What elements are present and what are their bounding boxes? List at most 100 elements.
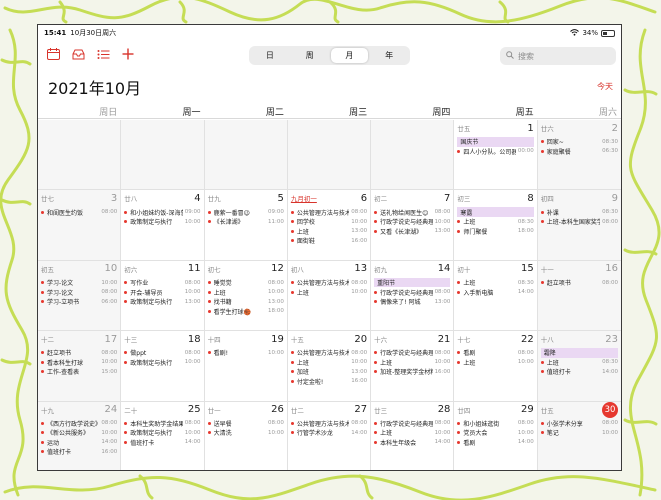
day-cell[interactable]: 十三 18 做ppt 08:00 政策制定与执行 10:00 [121, 331, 205, 402]
event-item[interactable]: 师门聚餐 18:00 [457, 226, 534, 236]
event-item[interactable]: 看剧 08:00 [457, 348, 534, 358]
event-item[interactable]: 公共管理方法与技术 08:00 [290, 207, 367, 217]
day-cell[interactable]: 廿四 29 和小姐妹逛街 08:00 党员大会 10:00 看剧 14:00 [454, 401, 538, 470]
day-cell[interactable]: 十六21行政学说史与经典理论08:00上班10:00加班-整理奖学金材料16:0… [371, 331, 455, 402]
holiday-event[interactable]: 霜降 [540, 348, 618, 358]
event-item[interactable]: 行政学说史与经典理论08:00 [374, 348, 450, 358]
event-item[interactable]: 公共管理方法与技术 08:00 [290, 419, 367, 429]
day-cell[interactable]: 初五 10 学习-论文 10:00 学习-论文 08:00 学习-立项书 06:00 [38, 260, 122, 332]
event-item[interactable]: 赶立项书 08:00 [540, 278, 618, 288]
day-cell[interactable]: 初三 8 寒露 上班 08:30 师门聚餐 18:00 [454, 190, 538, 261]
event-item[interactable]: 《新公共服务》 10:00 [41, 428, 117, 438]
day-cell[interactable]: 廿一 26 送早餐 08:00 大清洗 10:00 [205, 401, 288, 470]
event-item[interactable]: 偶像来了! 阿城 13:00 [374, 297, 450, 307]
event-item[interactable]: 值班打卡 16:00 [41, 447, 117, 457]
event-item[interactable]: 政策制定与执行 13:00 [124, 297, 201, 307]
event-item[interactable]: 送早餐 08:00 [207, 419, 284, 429]
event-item[interactable]: 值班打卡 14:00 [540, 367, 618, 377]
tab-month[interactable]: 月 [330, 48, 369, 63]
today-button[interactable]: 今天 [597, 81, 613, 92]
event-item[interactable]: 和小姐妹约饭-深海鲁...09:00 [124, 207, 201, 217]
event-item[interactable]: 学习-立项书 06:00 [41, 297, 117, 307]
day-cell[interactable]: 初七 12 睡觉觉 08:00 上班 10:00 找书籍 13:00 看学生打球🏀 18:00 [204, 260, 288, 332]
add-event-icon[interactable] [121, 47, 135, 61]
event-item[interactable]: 加班-整理奖学金材料 16:00 [374, 367, 450, 377]
event-item[interactable]: 上班 10:00 [457, 358, 534, 368]
tab-day[interactable]: 日 [251, 48, 289, 63]
event-item[interactable]: 政策制定与执行 10:00 [124, 358, 201, 368]
day-cell[interactable]: 二十25本科生奖助学金结果...08:00政策制定与执行10:00值班打卡14:… [121, 401, 205, 470]
inbox-icon[interactable] [71, 47, 85, 61]
event-item[interactable]: 小张学术分享 08:00 [540, 419, 618, 429]
day-cell[interactable]: 初九 14 重阳节行政学说史与经典理论08:00 偶像来了! 阿城 13:00 [371, 260, 455, 332]
event-item[interactable]: 看学生打球🏀 18:00 [207, 306, 284, 316]
day-cell[interactable]: 十八 23 霜降 上班 08:30 值班打卡 14:00 [537, 331, 621, 402]
event-item[interactable]: 看本科生打球 10:00 [41, 358, 117, 368]
event-item[interactable]: 行管学术沙龙 14:00 [290, 428, 367, 438]
event-item[interactable]: 回家~ 08:30 [540, 137, 618, 147]
event-item[interactable]: 看剧! 10:00 [207, 348, 284, 358]
day-cell[interactable]: 十七 22 看剧 08:00 上班 10:00 [454, 331, 538, 402]
day-cell[interactable]: 十九 24 《西方行政学说史》 08:00 《新公共服务》 10:00 运动 14:00 值班打… [38, 401, 122, 470]
event-item[interactable]: 上班 08:30 [540, 358, 618, 368]
tab-week[interactable]: 周 [291, 48, 329, 63]
event-item[interactable]: 上班 10:00 [207, 287, 284, 297]
event-item[interactable]: 又看《长津湖》 13:00 [374, 226, 450, 236]
event-item[interactable]: 笔记 10:00 [540, 428, 618, 438]
event-item[interactable]: 上班 10:00 [290, 287, 367, 297]
event-item[interactable]: 做ppt 08:00 [124, 348, 201, 358]
event-item[interactable]: 四人小分队。公司器...00:00 [457, 147, 534, 157]
event-item[interactable]: 和小姐妹逛街 08:00 [457, 419, 534, 429]
event-item[interactable]: 政策制定与执行 10:00 [124, 428, 201, 438]
event-item[interactable]: 鹿萦一番冒😉 09:00 [207, 207, 284, 217]
list-icon[interactable] [96, 47, 110, 61]
event-item[interactable]: 看剧 14:00 [457, 438, 534, 448]
event-item[interactable]: 开会-辅导员 10:00 [124, 287, 201, 297]
event-item[interactable]: 补课 08:30 [540, 207, 618, 217]
event-item[interactable]: 上班 10:00 [374, 428, 450, 438]
event-item[interactable]: 政策制定与执行 10:00 [124, 217, 201, 227]
event-item[interactable]: 上班 10:00 [374, 358, 450, 368]
event-item[interactable]: 赶立项书 08:00 [41, 348, 117, 358]
day-cell[interactable]: 廿三28行政学说史与经典理论08:00上班10:00本科生年级会14:00 [371, 401, 455, 470]
day-cell[interactable]: 廿八 4 和小姐妹约饭-深海鲁...09:00 政策制定与执行 10:00 [121, 190, 205, 261]
day-cell[interactable]: 初六 11 写作业 08:00 开会-辅导员 10:00 政策制定与执行 13:00 [121, 260, 205, 332]
event-item[interactable]: 加班 13:00 [290, 367, 367, 377]
event-item[interactable]: 值班打卡 14:00 [124, 438, 201, 448]
event-item[interactable]: 行政学说史与经典理论08:00 [374, 419, 450, 429]
event-item[interactable]: 找书籍 13:00 [207, 297, 284, 307]
event-item[interactable]: 本科生年级会 14:00 [374, 438, 450, 448]
event-item[interactable]: 本科生奖助学金结果...08:00 [124, 419, 201, 429]
holiday-event[interactable]: 国庆节 [457, 137, 534, 147]
event-item[interactable]: 《西方行政学说史》 08:00 [41, 419, 117, 429]
tab-year[interactable]: 年 [370, 48, 408, 63]
day-cell[interactable]: 十五 20 公共管理方法与技术 08:00 上班 10:00 加班 13:00 付定金啦! 16:… [287, 331, 372, 402]
event-item[interactable]: 上班-本科生国家奖学...08:00 [540, 217, 618, 227]
day-cell[interactable]: 廿五 1 国庆节四人小分队。公司器...00:00 [454, 120, 538, 191]
day-cell[interactable]: 初八 13 公共管理方法与技术 08:00 上班 10:00 [287, 260, 372, 332]
event-item[interactable]: 回学校 10:00 [290, 217, 367, 227]
event-item[interactable]: 上班 08:30 [457, 278, 534, 288]
day-cell[interactable]: 十一 16 赶立项书 08:00 [537, 260, 621, 332]
event-item[interactable]: 公共管理方法与技术 08:00 [290, 348, 367, 358]
event-item[interactable]: 入手新电脑 14:00 [457, 287, 534, 297]
event-item[interactable]: 付定金啦! 16:00 [290, 377, 367, 387]
event-item[interactable]: 上班 10:00 [290, 358, 367, 368]
event-item[interactable]: 上班 13:00 [290, 226, 367, 236]
event-item[interactable]: 运动 14:00 [41, 438, 117, 448]
day-cell[interactable]: 廿二 27 公共管理方法与技术 08:00 行管学术沙龙 14:00 [288, 401, 372, 470]
day-cell[interactable]: 初四 9 补课 08:30上班-本科生国家奖学...08:00 [537, 190, 621, 261]
day-cell[interactable]: 九月初一 6 公共管理方法与技术 08:00 回学校 10:00 上班 13:00 面街鞋 16:… [287, 190, 372, 261]
event-item[interactable]: 睡觉觉 08:00 [207, 278, 284, 288]
event-item[interactable]: 工作-查看表 15:00 [41, 367, 117, 377]
event-item[interactable]: 送礼物给闻医生😊 08:00 [374, 207, 450, 217]
holiday-event[interactable]: 重阳节 [374, 277, 451, 288]
event-item[interactable]: 大清洗 10:00 [207, 428, 284, 438]
event-item[interactable]: 行政学说史与经典理论10:00 [374, 217, 450, 227]
event-item[interactable]: 党员大会 10:00 [457, 428, 534, 438]
event-item[interactable]: 公共管理方法与技术 08:00 [290, 278, 367, 288]
day-cell[interactable]: 廿六 2 回家~ 08:30 家庭聚餐 06:30 [537, 120, 621, 191]
event-item[interactable]: 学习-论文 08:00 [41, 287, 117, 297]
event-item[interactable]: 面街鞋 16:00 [290, 236, 367, 246]
event-item[interactable]: 写作业 08:00 [124, 278, 201, 288]
